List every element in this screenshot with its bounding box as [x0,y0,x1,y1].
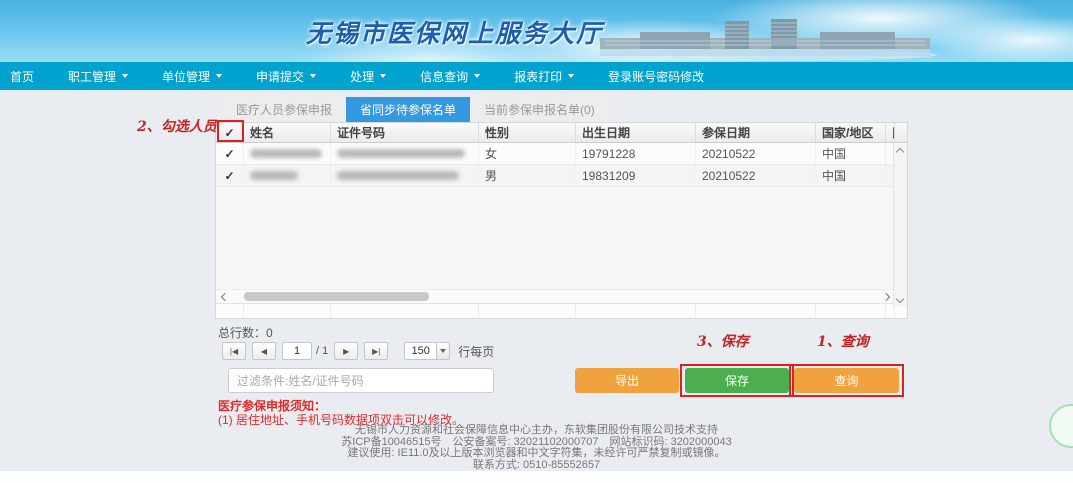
table-empty-area [216,187,907,289]
scroll-up-icon[interactable] [896,148,904,156]
redacted-blur [250,149,322,158]
chevron-down-icon [216,74,222,78]
table-footer-row [216,303,907,318]
main-nav: 首页 职工管理 单位管理 申请提交 处理 信息查询 报表打印 登录账号密码修改 [0,62,1073,90]
scrollbar-thumb[interactable] [244,292,429,301]
annotation-step3-save: 3、保存 [697,331,749,351]
table-row[interactable]: ✓ 男 19831209 20210522 中国 [216,165,907,187]
page-footer: 无锡市人力资源和社会保障信息中心主办，东软集团股份有限公司技术支持 苏ICP备1… [0,425,1073,471]
tab-current-declare-list[interactable]: 当前参保申报名单(0) [470,97,609,122]
tab-province-sync-pending-list[interactable]: 省同步待参保名单 [346,97,470,122]
chevron-down-icon [436,343,449,359]
chevron-down-icon [380,74,386,78]
cell-gender: 女 [479,143,576,164]
redacted-blur [337,149,465,158]
annotation-box-checkbox [217,120,244,142]
nav-item-staff-mgmt[interactable]: 职工管理 [68,68,128,85]
pagination-bar: |◀ ◀ / 1 ▶ ▶| 150 行每页 [222,342,494,360]
chevron-down-icon [568,74,574,78]
annotation-step2-check-people: 2、勾选人员 [137,116,217,136]
cell-country: 中国 [816,165,886,186]
check-icon: ✓ [224,169,234,183]
footer-browser-advice: 建议使用: IE11.0及以上版本浏览器和中文字符集，未经许可严禁复制或镜像。 [0,448,1073,460]
cell-id-redacted [331,143,479,164]
nav-item-account-password[interactable]: 登录账号密码修改 [608,68,704,85]
redacted-blur [337,171,459,180]
building-image [585,18,945,62]
site-title: 无锡市医保网上服务大厅 [306,14,603,50]
scroll-down-icon[interactable] [896,295,904,303]
table-row[interactable]: ✓ 女 19791228 20210522 中国 [216,143,907,165]
filter-input[interactable] [228,368,494,393]
cell-name-redacted [244,143,331,164]
annotation-box-save [680,364,794,397]
cell-country: 中国 [816,143,886,164]
footer-organizer: 无锡市人力资源和社会保障信息中心主办，东软集团股份有限公司技术支持 [0,425,1073,437]
nav-item-unit-mgmt[interactable]: 单位管理 [162,68,222,85]
tab-bar: 医疗人员参保申报 省同步待参保名单 当前参保申报名单(0) [222,97,609,122]
bottom-strip [0,471,1073,483]
nav-item-report-print[interactable]: 报表打印 [514,68,574,85]
page-size-value: 150 [405,345,436,357]
page-size-select[interactable]: 150 [404,342,450,360]
cell-gender: 男 [479,165,576,186]
cell-id-redacted [331,165,479,186]
total-rows: 总行数：0 [218,324,273,341]
total-rows-value: 0 [266,326,273,340]
prev-page-button[interactable]: ◀ [252,342,276,360]
chevron-down-icon [310,74,316,78]
horizontal-scrollbar[interactable] [216,289,895,303]
row-checkbox[interactable]: ✓ [216,165,244,186]
row-checkbox[interactable]: ✓ [216,143,244,164]
cell-birth-date: 19831209 [576,165,696,186]
total-rows-label: 总行数： [218,326,266,340]
nav-item-process[interactable]: 处理 [350,68,386,85]
col-header-id-number[interactable]: 证件号码 [331,123,479,142]
page-header: 无锡市医保网上服务大厅 [0,0,1073,62]
next-page-button[interactable]: ▶ [334,342,358,360]
last-page-button[interactable]: ▶| [364,342,388,360]
vertical-scrollbar[interactable] [893,144,907,307]
page-number-input[interactable] [282,342,312,360]
export-button[interactable]: 导出 [575,368,679,393]
footer-contact: 联系方式: 0510-85552657 [0,460,1073,472]
pending-insured-table: ✓ 姓名 证件号码 性别 出生日期 参保日期 国家/地区 民 ✓ 女 19791… [215,122,908,319]
check-icon: ✓ [224,147,234,161]
cell-birth-date: 19791228 [576,143,696,164]
per-page-label: 行每页 [458,343,494,360]
table-header-row: ✓ 姓名 证件号码 性别 出生日期 参保日期 国家/地区 民 [216,123,907,143]
scroll-left-icon[interactable] [221,293,229,301]
medical-insurance-portal: 无锡市医保网上服务大厅 首页 职工管理 单位管理 申请提交 处理 [0,0,1073,483]
nav-item-home[interactable]: 首页 [10,68,34,85]
cell-enroll-date: 20210522 [696,165,816,186]
annotation-step1-query: 1、查询 [817,331,869,351]
notice-title: 医疗参保申报须知： [218,399,464,413]
redacted-blur [250,171,298,180]
col-header-birth-date[interactable]: 出生日期 [576,123,696,142]
declaration-notice: 医疗参保申报须知： (1) 居住地址、手机号码数据项双击可以修改。 [218,399,464,427]
annotation-box-query [789,364,904,397]
col-header-country[interactable]: 国家/地区 [816,123,886,142]
col-header-enroll-date[interactable]: 参保日期 [696,123,816,142]
tab-medical-staff-declare[interactable]: 医疗人员参保申报 [222,97,346,122]
cell-enroll-date: 20210522 [696,143,816,164]
scroll-right-icon[interactable] [882,293,890,301]
nav-item-apply-submit[interactable]: 申请提交 [256,68,316,85]
cell-name-redacted [244,165,331,186]
nav-item-info-query[interactable]: 信息查询 [420,68,480,85]
col-header-name[interactable]: 姓名 [244,123,331,142]
col-header-gender[interactable]: 性别 [479,123,576,142]
chevron-down-icon [122,74,128,78]
col-header-ethnic-clipped[interactable]: 民 [886,123,895,142]
first-page-button[interactable]: |◀ [222,342,246,360]
page-count-label: / 1 [316,345,328,357]
chevron-down-icon [474,74,480,78]
